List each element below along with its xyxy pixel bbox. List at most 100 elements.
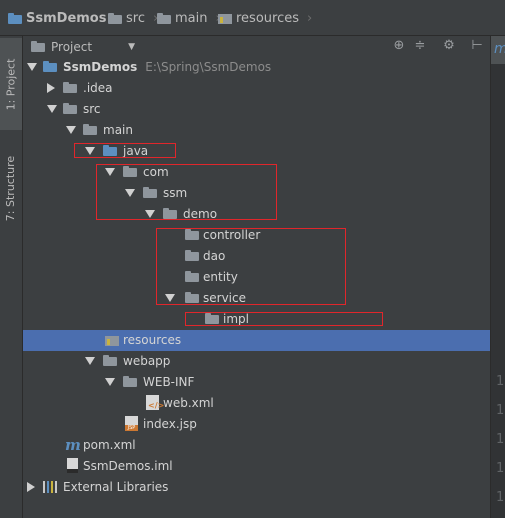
target-icon[interactable]: ⊕ (391, 38, 407, 54)
expand-arrow-icon[interactable] (66, 126, 76, 134)
tab-structure[interactable]: 7: Structure (0, 136, 22, 240)
tree-row-pom[interactable]: m pom.xml (23, 435, 490, 456)
tree-row-dao[interactable]: dao (23, 246, 490, 267)
folder-icon (83, 124, 97, 135)
maven-icon: m (494, 41, 505, 57)
folder-icon (63, 82, 77, 93)
tree-row-webapp[interactable]: webapp (23, 351, 490, 372)
expand-arrow-icon[interactable] (85, 147, 95, 155)
tree-row-ssmdemos[interactable]: SsmDemos E:\Spring\SsmDemos (23, 57, 490, 78)
tree-label-idea: .idea (83, 81, 113, 95)
tree-row-src[interactable]: src (23, 99, 490, 120)
breadcrumb-item-main[interactable]: main › (157, 9, 221, 27)
tree-row-resources[interactable]: resources (23, 330, 490, 351)
expand-arrow-icon[interactable] (165, 294, 175, 302)
project-tree: SsmDemos E:\Spring\SsmDemos .idea src mai… (23, 57, 490, 518)
maven-icon: m (65, 436, 81, 454)
chevron-down-icon: ▼ (128, 41, 135, 52)
tree-label-main: main (103, 123, 133, 137)
line-number: 1 (496, 461, 505, 476)
expand-arrow-icon[interactable] (27, 482, 35, 492)
tree-label-demo: demo (183, 207, 218, 221)
module-folder-icon (43, 61, 57, 72)
project-icon (31, 41, 45, 52)
tree-label-resources: resources (123, 333, 182, 347)
tree-label-dao: dao (203, 249, 226, 263)
tree-label-external: External Libraries (63, 480, 169, 494)
settings-icon[interactable]: ⚙ (441, 38, 457, 54)
tree-label-ssmdemos: SsmDemos (63, 60, 138, 74)
package-icon (163, 208, 177, 219)
tree-label-webapp: webapp (123, 354, 171, 368)
tree-row-ssm[interactable]: ssm (23, 183, 490, 204)
line-number: 1 (496, 432, 505, 447)
breadcrumb-item-ssmdemos[interactable]: SsmDemos › (8, 9, 120, 27)
tree-label-indexjsp: index.jsp (143, 417, 197, 431)
folder-icon (63, 103, 77, 114)
package-icon (143, 187, 157, 198)
editor-gutter: m 1 1 1 1 1 (490, 36, 505, 518)
line-number: 1 (496, 403, 505, 418)
tree-row-demo[interactable]: demo (23, 204, 490, 225)
tree-label-webinf: WEB-INF (143, 375, 195, 389)
breadcrumb-label: main (175, 10, 208, 26)
source-folder-icon (103, 145, 117, 156)
tree-row-java[interactable]: java (23, 141, 490, 162)
hide-panel-icon[interactable]: ⊢ (469, 38, 485, 54)
tree-label-ssm: ssm (163, 186, 188, 200)
tree-row-indexjsp[interactable]: JSP index.jsp (23, 414, 490, 435)
tree-label-src: src (83, 102, 101, 116)
resources-folder-icon (218, 12, 232, 24)
tree-row-webinf[interactable]: WEB-INF (23, 372, 490, 393)
library-icon (43, 481, 57, 493)
tree-row-external-libraries[interactable]: External Libraries (23, 477, 490, 498)
folder-icon (108, 12, 122, 24)
expand-arrow-icon[interactable] (47, 105, 57, 113)
line-number: 1 (496, 490, 505, 505)
view-selector-dropdown[interactable]: Project ▼ (31, 37, 135, 56)
folder-icon (157, 12, 171, 24)
tree-label-controller: controller (203, 228, 261, 242)
package-icon (185, 250, 199, 261)
tree-label-com: com (143, 165, 169, 179)
expand-arrow-icon[interactable] (27, 63, 37, 71)
tree-label-entity: entity (203, 270, 238, 284)
expand-arrow-icon[interactable] (47, 83, 55, 93)
breadcrumb-label: src (126, 10, 145, 26)
tree-row-com[interactable]: com (23, 162, 490, 183)
tree-row-impl[interactable]: impl (23, 309, 490, 330)
expand-arrow-icon[interactable] (85, 357, 95, 365)
tree-row-entity[interactable]: entity (23, 267, 490, 288)
tree-label-root: SsmDemos E:\Spring\SsmDemos (63, 60, 271, 74)
tree-label-impl: impl (223, 312, 249, 326)
breadcrumb-item-resources[interactable]: resources › (218, 9, 312, 27)
web-xml-icon: </> (146, 395, 164, 410)
tab-project[interactable]: 1: Project (0, 38, 22, 130)
tree-row-main[interactable]: main (23, 120, 490, 141)
tree-row-webxml[interactable]: </> web.xml (23, 393, 490, 414)
iml-file-icon (67, 458, 78, 473)
tab-structure-label: 7: Structure (4, 155, 18, 221)
jsp-file-icon: JSP (125, 416, 138, 431)
tree-row-service[interactable]: service (23, 288, 490, 309)
breadcrumb-label: resources (236, 10, 300, 26)
folder-icon (123, 376, 137, 387)
package-icon (123, 166, 137, 177)
tree-label-webxml: web.xml (163, 396, 214, 410)
tree-label-java: java (123, 144, 149, 158)
editor-tab-pom[interactable]: m (491, 36, 505, 64)
breadcrumb-item-src[interactable]: src › (108, 9, 158, 27)
web-folder-icon (103, 355, 117, 366)
expand-arrow-icon[interactable] (125, 189, 135, 197)
expand-arrow-icon[interactable] (145, 210, 155, 218)
tree-row-idea[interactable]: .idea (23, 78, 490, 99)
expand-arrow-icon[interactable] (105, 168, 115, 176)
line-number: 1 (496, 374, 505, 389)
module-folder-icon (8, 12, 22, 24)
collapse-all-icon[interactable]: ≑ (412, 38, 428, 54)
tree-row-controller[interactable]: controller (23, 225, 490, 246)
tree-label-iml: SsmDemos.iml (83, 459, 173, 473)
expand-arrow-icon[interactable] (105, 378, 115, 386)
tab-project-label: 1: Project (4, 58, 18, 110)
tree-row-iml[interactable]: SsmDemos.iml (23, 456, 490, 477)
